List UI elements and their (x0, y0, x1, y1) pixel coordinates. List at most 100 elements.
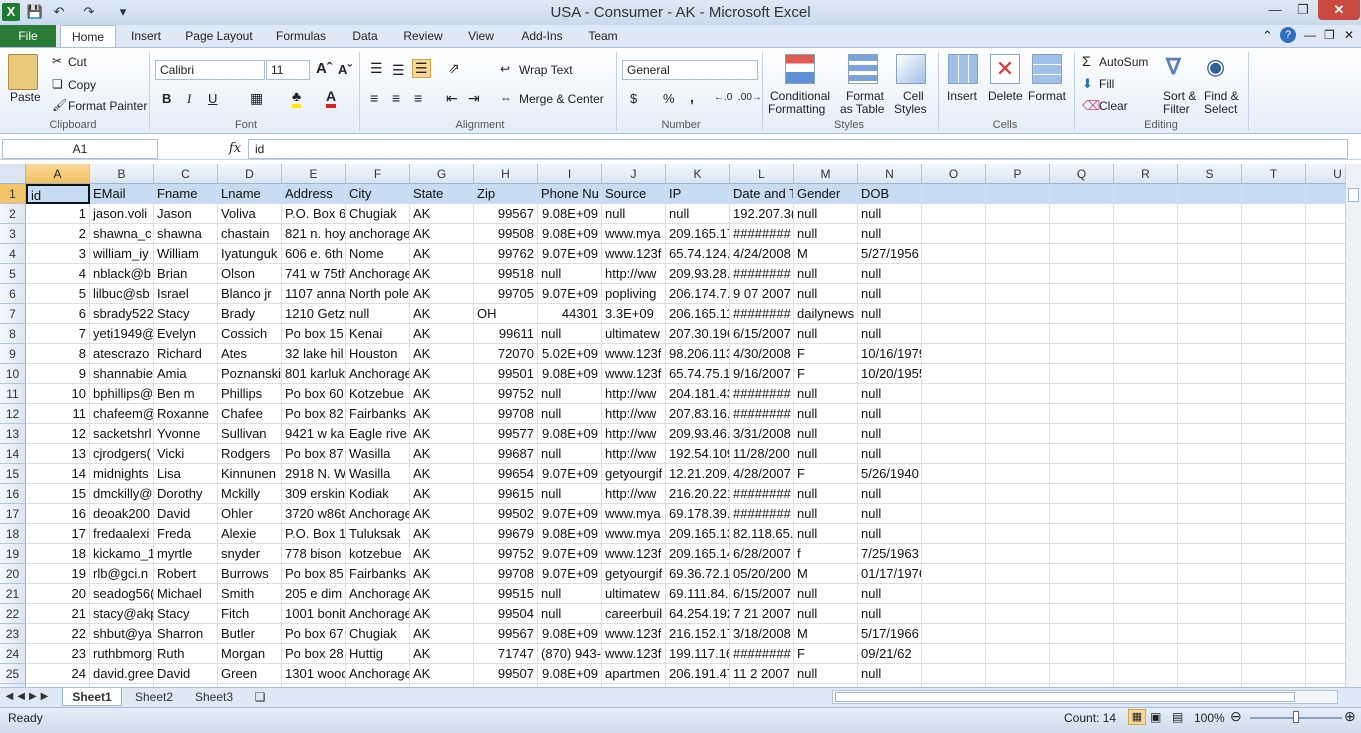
autosum-button[interactable]: AutoSum (1099, 55, 1148, 69)
cell[interactable]: Kinnunen (218, 464, 282, 484)
cell[interactable] (922, 184, 986, 204)
cell[interactable]: null (858, 264, 922, 284)
cell[interactable] (1306, 524, 1345, 544)
cell[interactable]: AK (410, 324, 474, 344)
cell[interactable] (1114, 224, 1178, 244)
copy-icon[interactable]: ❏ (52, 77, 63, 91)
cell[interactable]: AK (410, 504, 474, 524)
cell[interactable]: OH (474, 304, 538, 324)
cell[interactable]: Phone Nu (538, 184, 602, 204)
cell[interactable]: 6/15/2007 (730, 324, 794, 344)
bold-button[interactable]: B (162, 91, 171, 106)
cell[interactable]: dmckilly@ (90, 484, 154, 504)
cell[interactable] (1242, 364, 1306, 384)
cell[interactable] (1242, 264, 1306, 284)
cell[interactable]: Cossich (218, 324, 282, 344)
cell[interactable]: www.123f (602, 364, 666, 384)
cell[interactable] (1306, 384, 1345, 404)
cell[interactable]: AK (410, 404, 474, 424)
cell[interactable]: AK (410, 524, 474, 544)
row-header[interactable]: 24 (0, 644, 26, 664)
format-button[interactable]: Format (1028, 89, 1066, 103)
cell[interactable]: 3720 w86t (282, 504, 346, 524)
cell[interactable] (1178, 284, 1242, 304)
cell[interactable] (1050, 604, 1114, 624)
cell[interactable] (1178, 604, 1242, 624)
cell[interactable]: 209.165.13 (666, 524, 730, 544)
cell[interactable] (1178, 464, 1242, 484)
zoom-slider-thumb[interactable] (1293, 711, 1299, 723)
cell[interactable] (922, 324, 986, 344)
cell[interactable]: Anchorage (346, 364, 410, 384)
cell[interactable] (1306, 424, 1345, 444)
cell[interactable]: 65.74.124. (666, 244, 730, 264)
cell[interactable]: 5 (26, 284, 90, 304)
cell[interactable]: Kotzebue (346, 384, 410, 404)
cell[interactable] (1114, 624, 1178, 644)
cell[interactable] (1178, 644, 1242, 664)
cell[interactable] (1242, 184, 1306, 204)
cell[interactable] (986, 244, 1050, 264)
cell[interactable] (1242, 384, 1306, 404)
cell[interactable]: 8 (26, 344, 90, 364)
cell[interactable]: Houston (346, 344, 410, 364)
cell[interactable] (1114, 424, 1178, 444)
insert-function-icon[interactable]: fx (224, 139, 246, 159)
cell[interactable]: 99687 (474, 444, 538, 464)
cell[interactable] (1178, 584, 1242, 604)
cell[interactable]: ######## (730, 224, 794, 244)
cell[interactable]: AK (410, 544, 474, 564)
cell[interactable] (1306, 444, 1345, 464)
cell[interactable]: nblack@b (90, 264, 154, 284)
cell[interactable]: 209.165.17 (666, 224, 730, 244)
cell[interactable]: AK (410, 564, 474, 584)
cell[interactable]: Stacy (154, 304, 218, 324)
cell[interactable]: 206.165.11 (666, 304, 730, 324)
cell[interactable]: Olson (218, 264, 282, 284)
cell[interactable]: 3.3E+09 (602, 304, 666, 324)
cell[interactable]: shannabie (90, 364, 154, 384)
zoom-in-icon[interactable]: ⊕ (1344, 708, 1356, 725)
cell[interactable]: 216.20.221 (666, 484, 730, 504)
cell[interactable]: Iyatunguk (218, 244, 282, 264)
cell[interactable]: 5/17/1966 (858, 624, 922, 644)
cell[interactable]: (870) 943- (538, 644, 602, 664)
cell[interactable] (1306, 224, 1345, 244)
font-name-select[interactable]: Calibri (155, 60, 265, 80)
restore-icon[interactable]: ❐ (1290, 0, 1316, 20)
cell[interactable]: null (538, 444, 602, 464)
cut-icon[interactable]: ✂ (52, 54, 62, 68)
cell[interactable] (986, 564, 1050, 584)
cell[interactable]: William (154, 244, 218, 264)
cell[interactable] (1050, 444, 1114, 464)
cell[interactable]: www.mya (602, 504, 666, 524)
cell[interactable] (1050, 324, 1114, 344)
align-left-icon[interactable]: ≡ (370, 90, 378, 106)
wrap-text-button[interactable]: Wrap Text (519, 63, 573, 77)
cell[interactable] (922, 264, 986, 284)
cell[interactable]: IP (666, 184, 730, 204)
cell[interactable]: null (794, 584, 858, 604)
cell[interactable]: http://ww (602, 264, 666, 284)
cell[interactable]: 9.08E+09 (538, 624, 602, 644)
cell[interactable] (1050, 404, 1114, 424)
cell[interactable]: 9.08E+09 (538, 204, 602, 224)
sort-filter-icon[interactable]: ∇ (1166, 54, 1181, 80)
cell[interactable]: Robert (154, 564, 218, 584)
cell[interactable]: Anchorage (346, 264, 410, 284)
row-header[interactable]: 8 (0, 324, 26, 344)
cell[interactable] (1178, 564, 1242, 584)
cell[interactable]: null (858, 524, 922, 544)
cell[interactable]: AK (410, 424, 474, 444)
insert-cells-icon[interactable] (948, 54, 978, 84)
cell[interactable] (986, 644, 1050, 664)
cell[interactable]: 20 (26, 584, 90, 604)
column-header-f[interactable]: F (346, 164, 410, 184)
cell[interactable]: getyourgif (602, 464, 666, 484)
cell[interactable] (986, 264, 1050, 284)
cell[interactable]: 69.178.39. (666, 504, 730, 524)
cell[interactable] (1050, 224, 1114, 244)
delete-button[interactable]: Delete (988, 89, 1023, 103)
cell[interactable]: 12 (26, 424, 90, 444)
column-header-m[interactable]: M (794, 164, 858, 184)
